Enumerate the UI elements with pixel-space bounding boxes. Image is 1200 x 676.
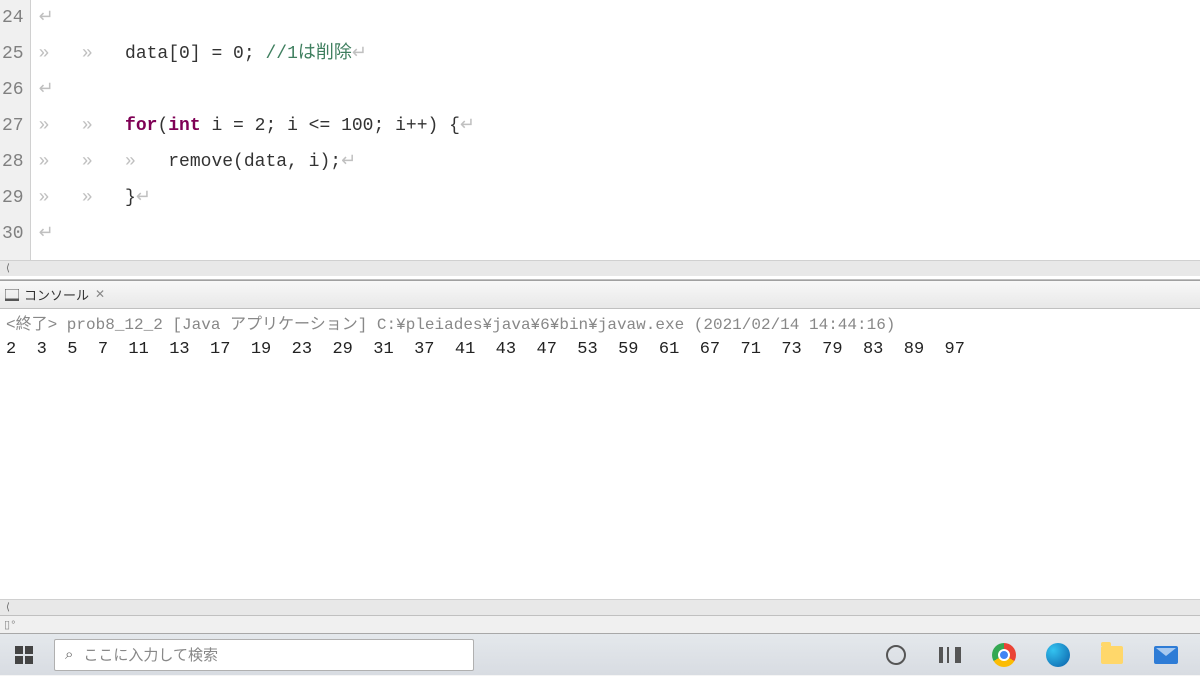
- console-output-area[interactable]: <終了> prob8_12_2 [Java アプリケーション] C:¥pleia…: [0, 309, 1200, 599]
- file-explorer-button[interactable]: [1098, 641, 1126, 669]
- code-line[interactable]: » » for(int i = 2; i <= 100; i++) {↵: [39, 108, 1200, 144]
- edge-icon: [1046, 643, 1070, 667]
- status-bar: ▯°: [0, 615, 1200, 633]
- taskbar-icons: [882, 641, 1200, 669]
- search-icon: ⌕: [65, 646, 73, 664]
- line-number: 26: [2, 72, 24, 108]
- line-number: 30: [2, 216, 24, 252]
- code-line[interactable]: ↵: [39, 216, 1200, 252]
- task-view-icon: [939, 647, 961, 663]
- cortana-button[interactable]: [882, 641, 910, 669]
- search-placeholder: ここに入力して検索: [83, 644, 218, 665]
- console-panel: コンソール ✕ <終了> prob8_12_2 [Java アプリケーション] …: [0, 280, 1200, 615]
- console-horizontal-scrollbar[interactable]: ⟨: [0, 599, 1200, 615]
- mail-icon: [1154, 646, 1178, 664]
- mail-button[interactable]: [1152, 641, 1180, 669]
- code-line[interactable]: » » » remove(data, i);↵: [39, 144, 1200, 180]
- code-area[interactable]: 24252627282930 ↵» » data[0] = 0; //1は削除↵…: [0, 0, 1200, 260]
- console-output-line: 2 3 5 7 11 13 17 19 23 29 31 37 41 43 47…: [6, 337, 1194, 363]
- line-number: 25: [2, 36, 24, 72]
- line-number: 29: [2, 180, 24, 216]
- line-number-gutter: 24252627282930: [0, 0, 31, 260]
- code-lines[interactable]: ↵» » data[0] = 0; //1は削除↵↵» » for(int i …: [31, 0, 1200, 260]
- cortana-icon: [886, 645, 906, 665]
- chrome-icon: [992, 643, 1016, 667]
- code-line[interactable]: ↵: [39, 72, 1200, 108]
- line-number: 28: [2, 144, 24, 180]
- folder-icon: [1101, 646, 1123, 664]
- console-tab-label[interactable]: コンソール: [24, 285, 89, 304]
- code-editor-pane: 24252627282930 ↵» » data[0] = 0; //1は削除↵…: [0, 0, 1200, 280]
- line-number: 27: [2, 108, 24, 144]
- code-line[interactable]: ↵: [39, 0, 1200, 36]
- scroll-left-icon[interactable]: ⟨: [0, 600, 16, 616]
- editor-horizontal-scrollbar[interactable]: ⟨: [0, 260, 1200, 276]
- scroll-left-icon[interactable]: ⟨: [0, 261, 16, 277]
- code-line[interactable]: » » }↵: [39, 180, 1200, 216]
- chrome-button[interactable]: [990, 641, 1018, 669]
- taskbar-search-box[interactable]: ⌕ ここに入力して検索: [54, 639, 474, 671]
- edge-button[interactable]: [1044, 641, 1072, 669]
- line-number: 24: [2, 0, 24, 36]
- close-icon[interactable]: ✕: [95, 287, 105, 302]
- start-button[interactable]: [0, 634, 48, 676]
- console-icon: [4, 287, 20, 303]
- windows-icon: [15, 646, 33, 664]
- status-icon: ▯°: [4, 618, 17, 632]
- windows-taskbar: ⌕ ここに入力して検索: [0, 633, 1200, 675]
- task-view-button[interactable]: [936, 641, 964, 669]
- code-line[interactable]: » » data[0] = 0; //1は削除↵: [39, 36, 1200, 72]
- console-tab-bar: コンソール ✕: [0, 281, 1200, 309]
- console-run-header: <終了> prob8_12_2 [Java アプリケーション] C:¥pleia…: [6, 313, 1194, 337]
